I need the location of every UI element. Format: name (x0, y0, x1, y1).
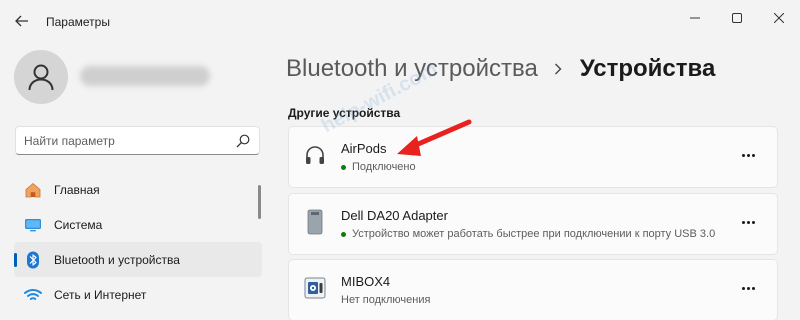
monitor-icon (24, 216, 42, 234)
more-horizontal-icon (751, 286, 755, 290)
search-input[interactable] (24, 132, 224, 150)
avatar (14, 50, 68, 104)
search-box[interactable] (15, 126, 260, 155)
close-icon (774, 13, 784, 23)
search-icon[interactable] (236, 134, 250, 148)
device-status-text: Устройство может работать быстрее при по… (352, 228, 716, 240)
chevron-right-icon (554, 62, 566, 76)
more-horizontal-icon (751, 220, 755, 224)
minimize-icon (690, 17, 700, 19)
red-arrow-annotation (397, 119, 472, 156)
maximize-icon (732, 13, 742, 23)
sidebar-item-system[interactable]: Система (14, 207, 262, 242)
usb-adapter-icon (303, 208, 327, 236)
more-options-button[interactable] (737, 280, 759, 296)
sidebar-nav: Главная Система Bluetooth и устройства С… (14, 172, 262, 312)
wifi-icon (24, 286, 42, 304)
more-horizontal-icon (741, 153, 745, 157)
minimize-button[interactable] (680, 8, 710, 28)
device-name: Dell DA20 Adapter (341, 208, 448, 223)
headphones-icon (303, 141, 327, 169)
page-title: Устройства (579, 55, 716, 82)
arrow-left-icon (15, 15, 28, 27)
sidebar-item-bluetooth[interactable]: Bluetooth и устройства (14, 242, 262, 277)
close-button[interactable] (764, 8, 794, 28)
device-card-dell[interactable]: Dell DA20 Adapter Устройство может работ… (288, 193, 778, 255)
status-dot (341, 164, 346, 170)
device-card-airpods[interactable]: AirPods Подключено (288, 126, 778, 188)
status-dot (341, 231, 346, 237)
more-horizontal-icon (741, 220, 745, 224)
device-status-text: Подключено (352, 161, 416, 173)
more-horizontal-icon (746, 286, 750, 290)
more-horizontal-icon (741, 286, 745, 290)
sidebar-item-home[interactable]: Главная (14, 172, 262, 207)
sidebar-item-label: Сеть и Интернет (54, 287, 147, 302)
more-horizontal-icon (751, 153, 755, 157)
device-status: Устройство может работать быстрее при по… (341, 228, 715, 240)
sidebar-item-network[interactable]: Сеть и Интернет (14, 277, 262, 312)
maximize-button[interactable] (722, 8, 752, 28)
app-title: Параметры (46, 15, 110, 29)
device-status: Подключено (341, 161, 416, 173)
profile-name-blurred (80, 66, 210, 86)
sidebar-item-label: Главная (54, 182, 100, 197)
media-player-icon (303, 274, 327, 302)
more-options-button[interactable] (737, 147, 759, 163)
user-icon (28, 64, 54, 91)
breadcrumb: Bluetooth и устройства Устройства (286, 54, 715, 84)
back-button[interactable] (8, 9, 36, 33)
device-name: MIBOX4 (341, 274, 391, 289)
more-horizontal-icon (746, 153, 750, 157)
home-icon (24, 181, 42, 199)
more-horizontal-icon (746, 220, 750, 224)
device-status: Нет подключения (341, 294, 430, 306)
sidebar-item-label: Bluetooth и устройства (54, 252, 180, 267)
sidebar-scrollbar[interactable] (258, 185, 261, 219)
sidebar-item-label: Система (54, 217, 103, 232)
more-options-button[interactable] (737, 214, 759, 230)
bluetooth-icon (24, 251, 42, 269)
device-name: AirPods (341, 141, 387, 156)
title-bar: Параметры (0, 0, 800, 40)
user-profile[interactable] (14, 50, 254, 106)
device-status-text: Нет подключения (341, 294, 431, 306)
device-card-mibox4[interactable]: MIBOX4 Нет подключения (288, 259, 778, 320)
